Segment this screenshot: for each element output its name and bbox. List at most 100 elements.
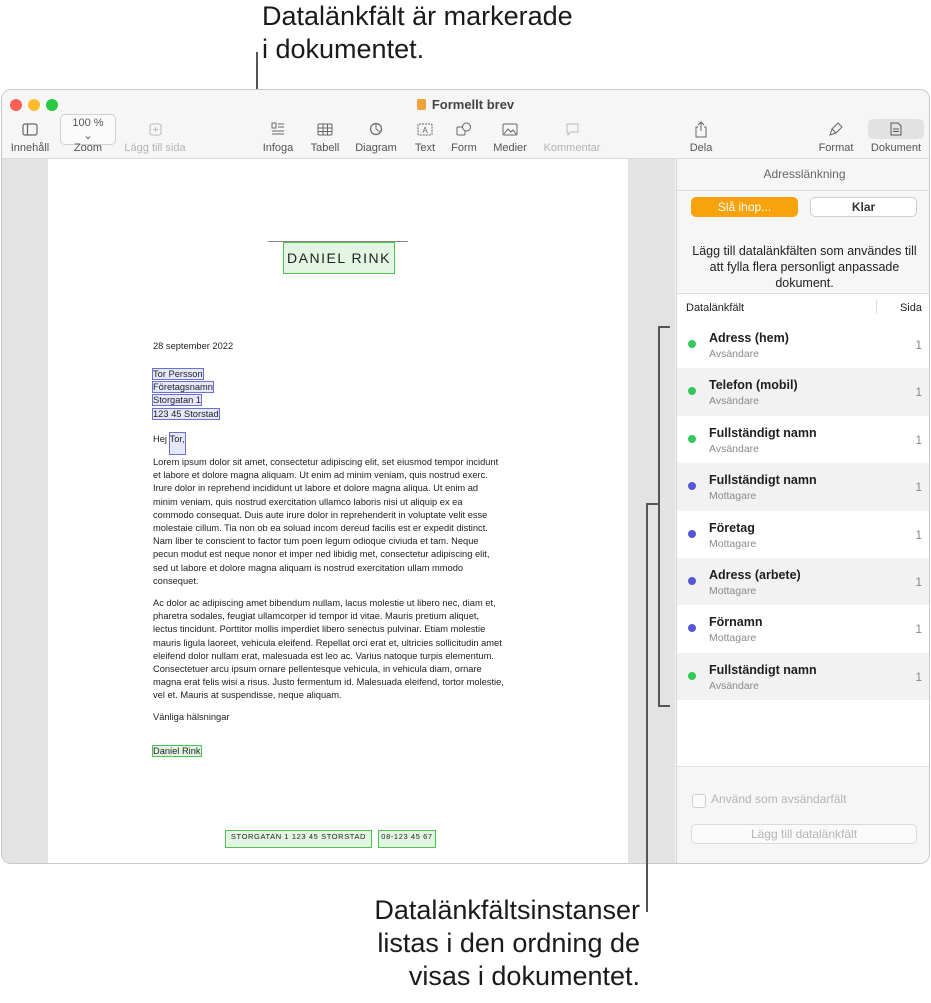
p2-line: magna erat felis wisi a risus. Justo fer… (153, 677, 504, 688)
p1-line: Lorem ipsum dolor sit amet, consectetur … (153, 457, 499, 467)
greeting: Hej Tor, (153, 431, 186, 456)
list-item[interactable]: Fullständigt namn Avsändare 1 (677, 652, 929, 701)
zoom-select[interactable]: 100 % ⌄ (60, 113, 116, 145)
sender-dot-icon (688, 340, 696, 348)
toolbar-zoom[interactable]: 100 % ⌄ Zoom (60, 113, 116, 154)
merge-field-address-city[interactable]: 123 45 Storstad (152, 407, 220, 420)
p2-line: eleifend dolor nullam erat, malesuada es… (153, 650, 494, 661)
signature: Daniel Rink (152, 745, 202, 758)
p2-line: pharetra sodales, feugiat ullamcorper id… (153, 611, 480, 622)
column-header-page[interactable]: Sida (900, 302, 922, 314)
insert-icon (271, 122, 284, 135)
list-item[interactable]: Förnamn Mottagare 1 (677, 605, 929, 652)
list-item[interactable]: Telefon (mobil) Avsändare 1 (677, 368, 929, 416)
merge-field-address-street[interactable]: Storgatan 1 (151, 394, 203, 407)
p2-line: Ac dolor ac adipiscing amet bibendum nul… (153, 598, 496, 608)
field-role: Mottagare (709, 632, 757, 645)
list-item[interactable]: Fullständigt namn Avsändare 1 (677, 416, 929, 463)
field-name: Företag (709, 520, 755, 535)
callout-bottom-line-1: Datalänkfältsinstanser (374, 895, 640, 925)
toolbar-dela-label: Dela (689, 142, 713, 154)
sidebar-icon (22, 122, 38, 136)
p2-line: lectus tincidunt. Porttitor mollis imper… (153, 624, 486, 635)
list-item[interactable]: Adress (hem) Avsändare 1 (677, 321, 929, 368)
field-name: Fullständigt namn (709, 425, 817, 440)
text-box-icon: A (417, 123, 433, 135)
toolbar-dokument-label: Dokument (870, 142, 922, 154)
toolbar-diagram[interactable]: Diagram (353, 118, 399, 154)
recipient-dot-icon (688, 482, 696, 491)
toolbar-text-label: Text (414, 142, 436, 154)
toolbar-innehall[interactable]: Innehåll (8, 118, 52, 154)
merge-field-footer-phone[interactable]: 08-123 45 67 (378, 830, 436, 848)
toolbar-dela[interactable]: Dela (685, 118, 717, 154)
callout-bottom-leader-vertical (646, 503, 648, 912)
sidebar-footer: Använd som avsändarfält Lägg till datalä… (677, 766, 929, 863)
column-divider (876, 300, 877, 314)
pages-document-icon (416, 99, 426, 110)
callout-top-line-2: i dokumentet. (262, 34, 425, 64)
field-list-header: Datalänkfält Sida (677, 293, 929, 323)
toolbar-infoga[interactable]: Infoga (258, 118, 298, 154)
toolbar-kommentar[interactable]: Kommentar (542, 118, 602, 154)
recipient-dot-icon (688, 576, 696, 585)
toolbar-text[interactable]: A Text (410, 118, 440, 154)
column-header-field[interactable]: Datalänkfält (686, 302, 744, 314)
toolbar-format-label: Format (818, 142, 854, 154)
recipient-dot-icon (688, 529, 696, 538)
field-page: 1 (915, 527, 922, 542)
title-bar: Formellt brev Innehåll 100 % ⌄ Zoom Lägg… (2, 90, 929, 159)
merge-field-first-name[interactable]: Tor, (168, 431, 186, 456)
toolbar-medier[interactable]: Medier (491, 118, 529, 154)
table-icon (317, 123, 333, 135)
p1-line: Nam liber te conscient to factor tum poe… (153, 536, 479, 547)
field-role: Mottagare (709, 490, 757, 503)
recipient-dot-icon (688, 624, 696, 633)
zoom-value: 100 % (72, 116, 104, 129)
comment-icon (566, 123, 578, 136)
field-page: 1 (915, 574, 922, 589)
list-item[interactable]: Fullständigt namn Mottagare 1 (677, 463, 929, 511)
toolbar-infoga-label: Infoga (262, 142, 294, 154)
toolbar-form-label: Form (451, 142, 477, 154)
toolbar-format[interactable]: Format (816, 118, 856, 154)
toolbar-lagg-till-sida[interactable]: Lägg till sida (120, 118, 190, 154)
p2-line: mauris ligula laoreet, vehicula eleifend… (153, 637, 502, 648)
document-canvas: DANIEL RINK 28 september 2022 Tor Persso… (2, 159, 675, 863)
p1-line: pecun modut est neque nonor et imper ned… (153, 549, 490, 560)
field-page: 1 (915, 432, 922, 447)
field-role: Mottagare (709, 537, 757, 550)
list-item[interactable]: Företag Mottagare 1 (677, 511, 929, 558)
toolbar-tabell[interactable]: Tabell (305, 118, 345, 154)
done-button[interactable]: Klar (810, 197, 917, 217)
toolbar-form[interactable]: Form (448, 118, 480, 154)
mail-merge-sidebar: Adresslänkning Slå ihop... Klar Lägg til… (676, 159, 929, 863)
list-item[interactable]: Adress (arbete) Mottagare 1 (677, 557, 929, 606)
sender-dot-icon (688, 671, 696, 680)
greeting-prefix: Hej (153, 434, 167, 444)
dokument-button-bg (868, 119, 924, 139)
toolbar-innehall-label: Innehåll (10, 142, 50, 154)
field-list-empty-area (677, 700, 929, 766)
window-title-text: Formellt brev (431, 97, 515, 112)
sidebar-header: Adresslänkning (677, 159, 929, 191)
merge-field-sender-name[interactable]: DANIEL RINK (283, 242, 395, 274)
toolbar-dokument[interactable]: Dokument (866, 118, 926, 154)
callout-top-line-1: Datalänkfält är markerade (262, 1, 573, 31)
sidebar-description: Lägg till datalänkfälten som användes ti… (692, 244, 917, 290)
merge-button[interactable]: Slå ihop... (691, 197, 798, 217)
chart-icon (369, 122, 383, 136)
field-page: 1 (915, 338, 922, 352)
merge-field-recipient-name[interactable]: Tor Persson (152, 368, 204, 380)
p1-line: commodo consequat. Duis aute irure dolor… (153, 509, 488, 520)
recipient-address-block: Tor Persson Företagsnamn Storgatan 1 123… (151, 368, 220, 421)
use-as-sender-checkbox[interactable] (692, 794, 706, 808)
merge-field-signature-name[interactable]: Daniel Rink (152, 745, 202, 757)
document-page[interactable]: DANIEL RINK 28 september 2022 Tor Persso… (48, 159, 628, 863)
merge-field-company[interactable]: Företagsnamn (152, 381, 214, 394)
field-name: Adress (hem) (709, 331, 789, 345)
field-page: 1 (915, 385, 922, 400)
field-name: Förnamn (709, 615, 763, 630)
merge-field-footer-address[interactable]: STORGATAN 1 123 45 STORSTAD (225, 830, 372, 848)
add-merge-field-button[interactable]: Lägg till datalänkfält (691, 824, 917, 844)
